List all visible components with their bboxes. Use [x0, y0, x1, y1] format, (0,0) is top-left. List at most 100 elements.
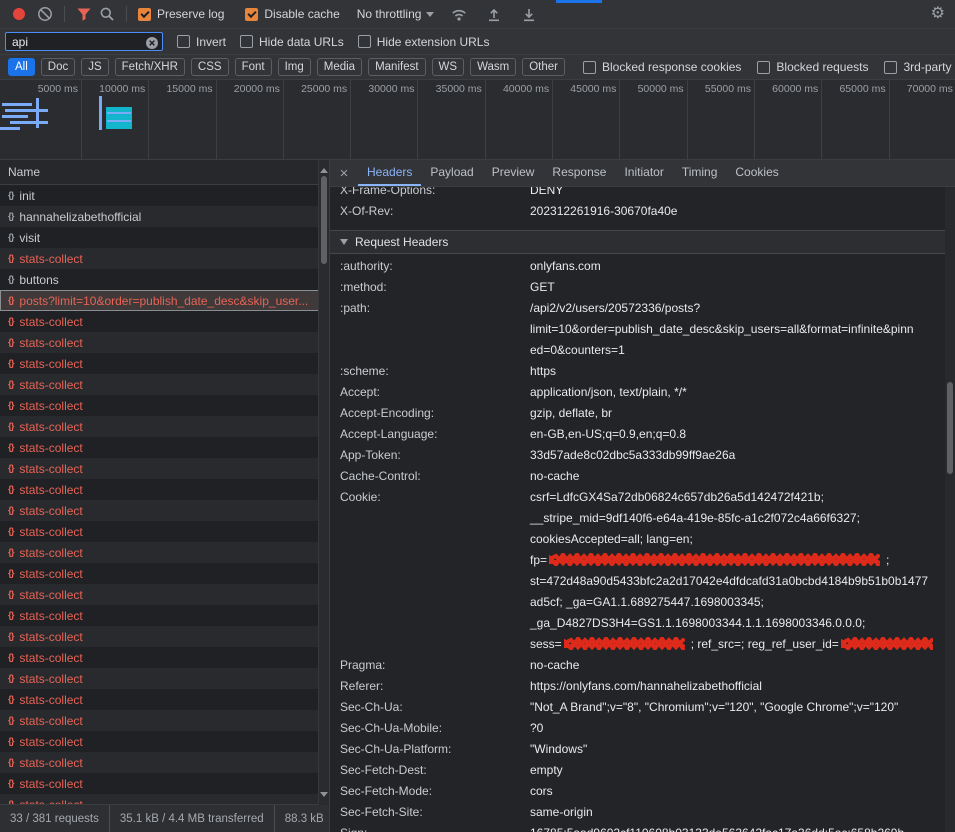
tab-headers[interactable]: Headers	[358, 160, 421, 186]
waterfall-bar	[2, 103, 32, 106]
filter-chip-ws[interactable]: WS	[432, 58, 465, 76]
disable-cache-checkbox[interactable]: Disable cache	[245, 7, 339, 21]
import-har-icon[interactable]	[486, 6, 502, 22]
clear-icon[interactable]	[37, 6, 53, 22]
tab-preview[interactable]: Preview	[483, 160, 544, 186]
hide-data-urls-checkbox[interactable]: Hide data URLs	[240, 35, 344, 49]
network-request-row[interactable]: {}stats-collect	[0, 731, 329, 752]
network-request-row[interactable]: {}stats-collect	[0, 458, 329, 479]
resources-size: 88.3 kB	[274, 805, 334, 832]
header-value-line: fp=;	[530, 550, 939, 571]
checkbox-box[interactable]	[177, 35, 190, 48]
settings-gear-icon[interactable]: ⚙	[931, 6, 945, 22]
filter-chip-all[interactable]: All	[8, 58, 35, 76]
checkbox-box[interactable]	[240, 35, 253, 48]
tab-initiator[interactable]: Initiator	[615, 160, 672, 186]
checkbox-box[interactable]	[757, 61, 770, 74]
checkbox-label: Invert	[196, 35, 226, 49]
timeline-overview[interactable]: 5000 ms10000 ms15000 ms20000 ms25000 ms3…	[0, 80, 955, 160]
network-request-row[interactable]: {}stats-collect	[0, 395, 329, 416]
network-request-row[interactable]: {}buttons	[0, 269, 329, 290]
header-value: no-cache	[530, 466, 955, 487]
timeline-tick-label: 60000 ms	[772, 83, 818, 95]
throttling-dropdown[interactable]: No throttling	[357, 7, 435, 21]
network-request-row[interactable]: {}stats-collect	[0, 248, 329, 269]
network-request-row[interactable]: {}stats-collect	[0, 710, 329, 731]
network-request-row[interactable]: {}stats-collect	[0, 668, 329, 689]
request-name: stats-collect	[19, 693, 96, 707]
network-request-row[interactable]: {}stats-collect	[0, 542, 329, 563]
filter-text-field[interactable]	[6, 35, 162, 49]
network-request-row[interactable]: {}stats-collect	[0, 773, 329, 794]
request-headers-section-header[interactable]: Request Headers	[330, 230, 955, 254]
network-request-row[interactable]: {}posts?limit=10&order=publish_date_desc…	[0, 290, 329, 311]
network-request-row[interactable]: {}stats-collect	[0, 479, 329, 500]
filter-chip-font[interactable]: Font	[235, 58, 272, 76]
tab-cookies[interactable]: Cookies	[726, 160, 787, 186]
filter-funnel-icon[interactable]	[76, 6, 92, 22]
network-request-row[interactable]: {}stats-collect	[0, 794, 329, 804]
checkbox-box[interactable]	[583, 61, 596, 74]
export-har-icon[interactable]	[521, 6, 537, 22]
clear-filter-icon[interactable]	[145, 36, 159, 50]
filter-chip-wasm[interactable]: Wasm	[470, 58, 516, 76]
network-request-row[interactable]: {}stats-collect	[0, 689, 329, 710]
network-request-row[interactable]: {}visit	[0, 227, 329, 248]
scrollbar-thumb[interactable]	[947, 382, 953, 474]
details-scrollbar[interactable]	[945, 187, 955, 832]
script-icon: {}	[8, 190, 13, 201]
network-request-row[interactable]: {}stats-collect	[0, 374, 329, 395]
name-column-header[interactable]: Name	[0, 160, 329, 185]
tab-timing[interactable]: Timing	[673, 160, 727, 186]
network-request-row[interactable]: {}stats-collect	[0, 353, 329, 374]
network-request-row[interactable]: {}stats-collect	[0, 500, 329, 521]
close-details-button[interactable]: ×	[330, 160, 358, 186]
network-request-row[interactable]: {}stats-collect	[0, 311, 329, 332]
network-request-row[interactable]: {}stats-collect	[0, 647, 329, 668]
network-conditions-icon[interactable]	[451, 6, 467, 22]
checkbox-blocked-response-cookies[interactable]: Blocked response cookies	[583, 60, 741, 74]
hide-extension-urls-checkbox[interactable]: Hide extension URLs	[358, 35, 490, 49]
network-request-row[interactable]: {}stats-collect	[0, 521, 329, 542]
checkbox-box[interactable]	[138, 8, 151, 21]
scrollbar-thumb[interactable]	[321, 176, 327, 264]
tab-payload[interactable]: Payload	[421, 160, 482, 186]
filter-chip-doc[interactable]: Doc	[41, 58, 75, 76]
network-request-row[interactable]: {}stats-collect	[0, 605, 329, 626]
network-list-scrollbar[interactable]	[318, 160, 329, 805]
filter-chip-media[interactable]: Media	[317, 58, 362, 76]
filter-chip-js[interactable]: JS	[81, 58, 108, 76]
script-icon: {}	[8, 274, 13, 285]
network-request-row[interactable]: {}init	[0, 185, 329, 206]
filter-chip-img[interactable]: Img	[278, 58, 311, 76]
header-value: GET	[530, 277, 955, 298]
filter-input[interactable]	[5, 32, 163, 51]
checkbox-blocked-requests[interactable]: Blocked requests	[757, 60, 868, 74]
checkbox-label: 3rd-party requests	[903, 60, 955, 74]
timeline-column: 5000 ms	[14, 80, 82, 159]
record-button[interactable]	[13, 8, 25, 20]
tab-response[interactable]: Response	[543, 160, 615, 186]
network-request-row[interactable]: {}stats-collect	[0, 416, 329, 437]
header-value-line: limit=10&order=publish_date_desc&skip_us…	[530, 319, 939, 340]
filter-chip-other[interactable]: Other	[522, 58, 565, 76]
network-request-row[interactable]: {}stats-collect	[0, 563, 329, 584]
network-request-row[interactable]: {}stats-collect	[0, 752, 329, 773]
checkbox-box[interactable]	[358, 35, 371, 48]
network-request-row[interactable]: {}hannahelizabethofficial	[0, 206, 329, 227]
filter-chip-manifest[interactable]: Manifest	[368, 58, 425, 76]
network-request-row[interactable]: {}stats-collect	[0, 332, 329, 353]
preserve-log-checkbox[interactable]: Preserve log	[138, 7, 224, 21]
search-icon[interactable]	[99, 6, 115, 22]
scroll-up-arrow-icon[interactable]	[320, 164, 328, 173]
network-request-row[interactable]: {}stats-collect	[0, 437, 329, 458]
checkbox-3rd-party-requests[interactable]: 3rd-party requests	[884, 60, 955, 74]
checkbox-box[interactable]	[884, 61, 897, 74]
scroll-down-arrow-icon[interactable]	[320, 792, 328, 801]
network-request-row[interactable]: {}stats-collect	[0, 584, 329, 605]
network-request-row[interactable]: {}stats-collect	[0, 626, 329, 647]
invert-checkbox[interactable]: Invert	[177, 35, 226, 49]
filter-chip-css[interactable]: CSS	[191, 58, 229, 76]
checkbox-box[interactable]	[245, 8, 258, 21]
filter-chip-fetch-xhr[interactable]: Fetch/XHR	[115, 58, 185, 76]
